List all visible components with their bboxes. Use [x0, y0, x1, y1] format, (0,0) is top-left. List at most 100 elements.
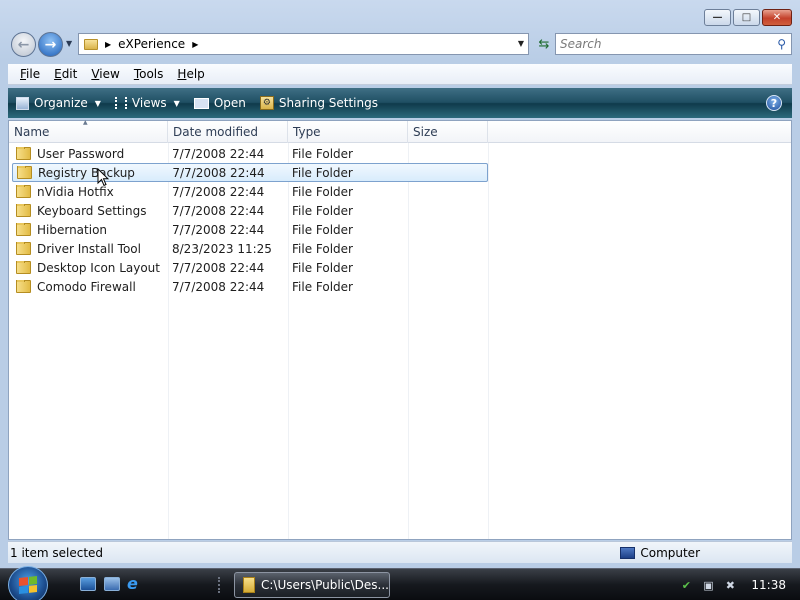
file-row[interactable]: User Password 7/7/2008 22:44 File Folder: [12, 144, 488, 163]
menu-edit[interactable]: Edit: [54, 67, 77, 81]
organize-button[interactable]: Organize ▼: [16, 96, 101, 110]
address-dropdown-icon[interactable]: ▼: [518, 39, 524, 48]
folder-icon: [16, 203, 31, 217]
organize-icon: [16, 96, 29, 110]
type-cell: File Folder: [292, 222, 353, 237]
menu-view[interactable]: View: [91, 67, 119, 81]
start-button[interactable]: [8, 566, 48, 600]
volume-muted-icon[interactable]: ✖: [723, 578, 737, 592]
chevron-down-icon: ▼: [173, 98, 180, 108]
column-header-type[interactable]: Type: [288, 121, 408, 143]
breadcrumb-arrow-icon[interactable]: ▶: [192, 40, 198, 49]
column-header-name[interactable]: ▲ Name: [9, 119, 168, 143]
folder-icon: [16, 241, 31, 255]
type-cell: File Folder: [291, 165, 353, 180]
menu-bar: File Edit View Tools Help: [8, 64, 792, 85]
file-name-cell: nVidia Hotfix: [12, 184, 169, 199]
minimize-button[interactable]: —: [704, 9, 731, 26]
date-modified-cell: 7/7/2008 22:44: [172, 146, 265, 161]
address-bar[interactable]: ▶ eXPerience ▶ ▼: [78, 33, 529, 55]
taskbar-grip[interactable]: [218, 577, 222, 593]
folder-icon: [84, 38, 98, 50]
file-name-cell: User Password: [12, 146, 169, 161]
column-divider: [488, 143, 489, 539]
search-input[interactable]: [560, 37, 760, 51]
file-row[interactable]: Desktop Icon Layout 7/7/2008 22:44 File Fo…: [12, 258, 488, 277]
clock[interactable]: 11:38: [751, 578, 786, 592]
file-row[interactable]: nVidia Hotfix 7/7/2008 22:44 File Folder: [12, 182, 488, 201]
type-cell: File Folder: [292, 203, 353, 218]
folder-icon: [16, 279, 31, 293]
file-name-cell: Hibernation: [12, 222, 169, 237]
status-bar: 1 item selected Computer: [8, 541, 792, 563]
date-modified-cell: 7/7/2008 22:44: [172, 203, 265, 218]
search-icon[interactable]: ⚲: [777, 37, 786, 51]
views-button[interactable]: Views ▼: [114, 96, 180, 110]
file-row[interactable]: Driver Install Tool 8/23/2023 11:25 File F…: [12, 239, 488, 258]
explorer-window: — □ ✕ ← → ▼ ▶ eXPerience ▶ ▼ ⇆ ⚲ File Ed…: [0, 0, 800, 568]
date-modified-cell: 7/7/2008 22:44: [172, 165, 265, 180]
search-box: ⚲: [555, 33, 792, 55]
chevron-down-icon: ▼: [94, 98, 101, 108]
caption-buttons: — □ ✕: [704, 9, 792, 26]
security-shield-icon[interactable]: ✔: [679, 578, 693, 592]
taskbar-window-button[interactable]: C:\Users\Public\Des...: [234, 572, 390, 598]
breadcrumb-arrow-icon[interactable]: ▶: [105, 40, 111, 49]
file-row[interactable]: Hibernation 7/7/2008 22:44 File Folder: [12, 220, 488, 239]
file-name-cell: Registry Backup: [13, 165, 169, 180]
type-cell: File Folder: [292, 241, 353, 256]
folder-icon: [16, 222, 31, 236]
sharing-settings-button[interactable]: ⚙ Sharing Settings: [259, 96, 378, 110]
date-modified-cell: 7/7/2008 22:44: [172, 222, 265, 237]
column-header-size[interactable]: Size: [408, 121, 488, 143]
folder-icon: [243, 577, 255, 593]
file-name-cell: Comodo Firewall: [12, 279, 169, 294]
file-row[interactable]: Comodo Firewall 7/7/2008 22:44 File Folder: [12, 277, 488, 296]
refresh-button[interactable]: ⇆: [533, 33, 555, 55]
forward-arrow-icon: →: [44, 36, 57, 53]
type-cell: File Folder: [292, 260, 353, 275]
column-header-date-modified[interactable]: Date modified: [168, 121, 288, 143]
computer-icon: [620, 546, 636, 559]
back-arrow-icon: ←: [17, 36, 30, 53]
file-row[interactable]: Registry Backup 7/7/2008 22:44 File Folder: [12, 163, 488, 182]
file-name-cell: Desktop Icon Layout: [12, 260, 169, 275]
switch-windows-icon[interactable]: [104, 577, 120, 591]
maximize-button[interactable]: □: [733, 9, 760, 26]
menu-help[interactable]: Help: [177, 67, 204, 81]
open-icon: [193, 97, 209, 109]
sort-indicator-icon: ▲: [83, 119, 88, 126]
column-header-row: ▲ Name Date modified Type Size: [9, 119, 791, 143]
date-modified-cell: 8/23/2023 11:25: [172, 241, 272, 256]
recent-pages-dropdown[interactable]: ▼: [66, 39, 72, 48]
navigation-bar: ← → ▼ ▶ eXPerience ▶ ▼ ⇆ ⚲: [8, 30, 792, 58]
zone-status: Computer: [620, 546, 700, 560]
refresh-icon: ⇆: [538, 36, 550, 52]
date-modified-cell: 7/7/2008 22:44: [172, 184, 265, 199]
file-row[interactable]: Keyboard Settings 7/7/2008 22:44 File Fold…: [12, 201, 488, 220]
back-button[interactable]: ←: [11, 32, 36, 57]
command-bar: Organize ▼ Views ▼ Open ⚙ Sharing Settin…: [8, 88, 792, 118]
type-cell: File Folder: [292, 279, 353, 294]
menu-file[interactable]: File: [20, 67, 40, 81]
close-button[interactable]: ✕: [762, 9, 792, 26]
internet-explorer-icon[interactable]: e: [127, 574, 143, 593]
show-desktop-icon[interactable]: [80, 577, 96, 591]
date-modified-cell: 7/7/2008 22:44: [172, 279, 265, 294]
file-list-pane: ▲ Name Date modified Type Size User Pass…: [8, 119, 792, 540]
breadcrumb-item[interactable]: eXPerience: [118, 37, 185, 51]
folder-icon: [16, 260, 31, 274]
network-icon[interactable]: ▣: [701, 578, 715, 592]
menu-tools[interactable]: Tools: [134, 67, 164, 81]
type-cell: File Folder: [292, 146, 353, 161]
system-tray: ✔ ▣ ✖ 11:38: [671, 569, 800, 600]
selection-status: 1 item selected: [10, 545, 104, 560]
folder-icon: [17, 165, 32, 179]
help-button[interactable]: ?: [766, 95, 782, 111]
file-name-cell: Driver Install Tool: [12, 241, 169, 256]
open-button[interactable]: Open: [193, 96, 246, 110]
forward-button[interactable]: →: [38, 32, 63, 57]
folder-icon: [16, 184, 31, 198]
sharing-icon: ⚙: [259, 96, 274, 110]
file-name-cell: Keyboard Settings: [12, 203, 169, 218]
